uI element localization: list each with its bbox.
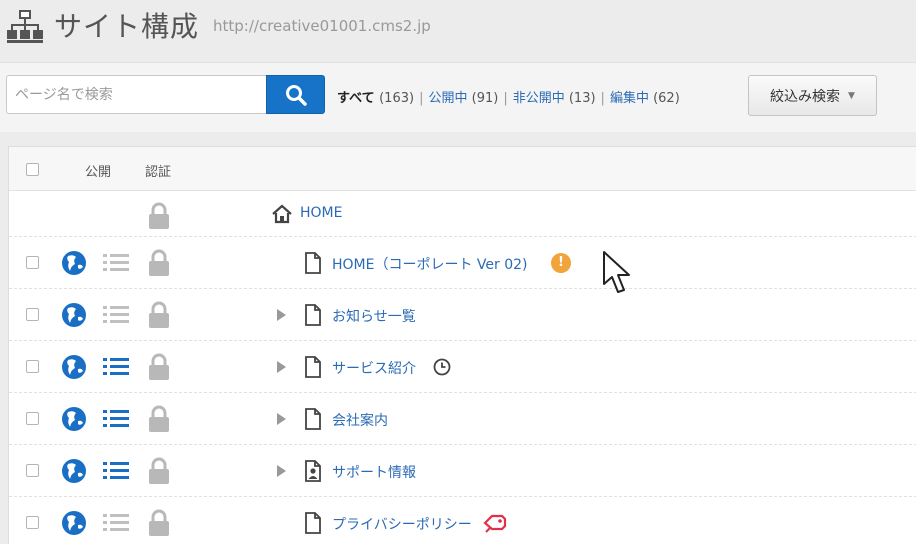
document-icon [305,356,321,378]
tag-icon [483,514,507,533]
filter-editing[interactable]: 編集中 (62) [610,91,680,106]
expand-arrow-icon[interactable] [277,361,286,373]
mouse-cursor-icon [603,251,630,293]
list-icon[interactable] [102,304,130,326]
narrow-search-button[interactable]: 絞込み検索 ▼ [748,75,877,116]
globe-icon[interactable] [61,458,87,484]
toolbar: すべて (163)|公開中 (91)|非公開中 (13)|編集中 (62) 絞込… [0,62,916,132]
page-header: サイト構成 http://creative01001.cms2.jp [0,0,916,62]
select-all-checkbox[interactable] [26,163,39,176]
home-icon [272,204,292,224]
list-icon[interactable] [102,512,130,534]
lock-icon [149,249,169,276]
row-checkbox[interactable] [26,256,39,269]
page-link-services[interactable]: サービス紹介 [332,358,416,378]
globe-icon[interactable] [61,406,87,432]
table-row: HOME（コーポレート Ver 02) ! [9,237,916,289]
expand-arrow-icon[interactable] [277,413,286,425]
expand-arrow-icon[interactable] [277,465,286,477]
list-icon[interactable] [102,460,130,482]
table-row: お知らせ一覧 [9,289,916,341]
page-link-company[interactable]: 会社案内 [332,410,388,430]
globe-icon[interactable] [61,250,87,276]
document-user-icon [305,460,321,482]
expand-arrow-icon[interactable] [277,309,286,321]
globe-icon[interactable] [61,354,87,380]
warning-icon[interactable]: ! [551,253,571,273]
column-auth: 認証 [145,165,172,180]
sitemap-icon [7,10,43,43]
lock-icon [149,353,169,380]
list-icon[interactable] [102,356,130,378]
document-icon [305,304,321,326]
page-link-news-list[interactable]: お知らせ一覧 [332,306,416,326]
table-row: サービス紹介 [9,341,916,393]
lock-icon [149,509,169,536]
globe-icon[interactable] [61,510,87,536]
globe-icon[interactable] [61,302,87,328]
document-icon [305,512,321,534]
clock-icon [433,358,451,376]
filter-all[interactable]: すべて (163) [337,91,414,106]
table-row: プライバシーポリシー [9,497,916,544]
chevron-down-icon: ▼ [848,90,855,101]
table-header: 公開 認証 [9,147,916,191]
document-icon [305,252,321,274]
table-row: HOME [9,191,916,237]
page-link-privacy[interactable]: プライバシーポリシー [332,514,472,534]
row-checkbox[interactable] [26,412,39,425]
page-title: サイト構成 [54,10,200,43]
list-icon[interactable] [102,252,130,274]
search-icon [285,84,307,106]
search-input[interactable] [6,75,267,114]
filter-public[interactable]: 公開中 (91) [428,91,498,106]
row-checkbox[interactable] [26,464,39,477]
page-link-home[interactable]: HOME [300,205,342,221]
lock-icon [149,405,169,432]
page-link-home-corporate[interactable]: HOME（コーポレート Ver 02) [332,254,528,274]
page-link-support[interactable]: サポート情報 [332,462,416,482]
list-icon[interactable] [102,408,130,430]
lock-icon [149,457,169,484]
lock-icon [149,202,169,229]
table-row: サポート情報 [9,445,916,497]
table-row: 会社案内 [9,393,916,445]
row-checkbox[interactable] [26,308,39,321]
filter-private[interactable]: 非公開中 (13) [513,91,596,106]
column-public: 公開 [85,165,112,180]
status-filters: すべて (163) | 公開中 (91) | 非公開中 (13) | 編集中 (62) [337,91,680,106]
document-icon [305,408,321,430]
site-structure-table: 公開 認証 HOME HOME（コーポレート Ver 02) ! お知らせ一覧 … [8,146,916,544]
lock-icon [149,301,169,328]
site-url: http://creative01001.cms2.jp [213,17,431,35]
row-checkbox[interactable] [26,360,39,373]
search-button[interactable] [266,75,325,114]
row-checkbox[interactable] [26,516,39,529]
